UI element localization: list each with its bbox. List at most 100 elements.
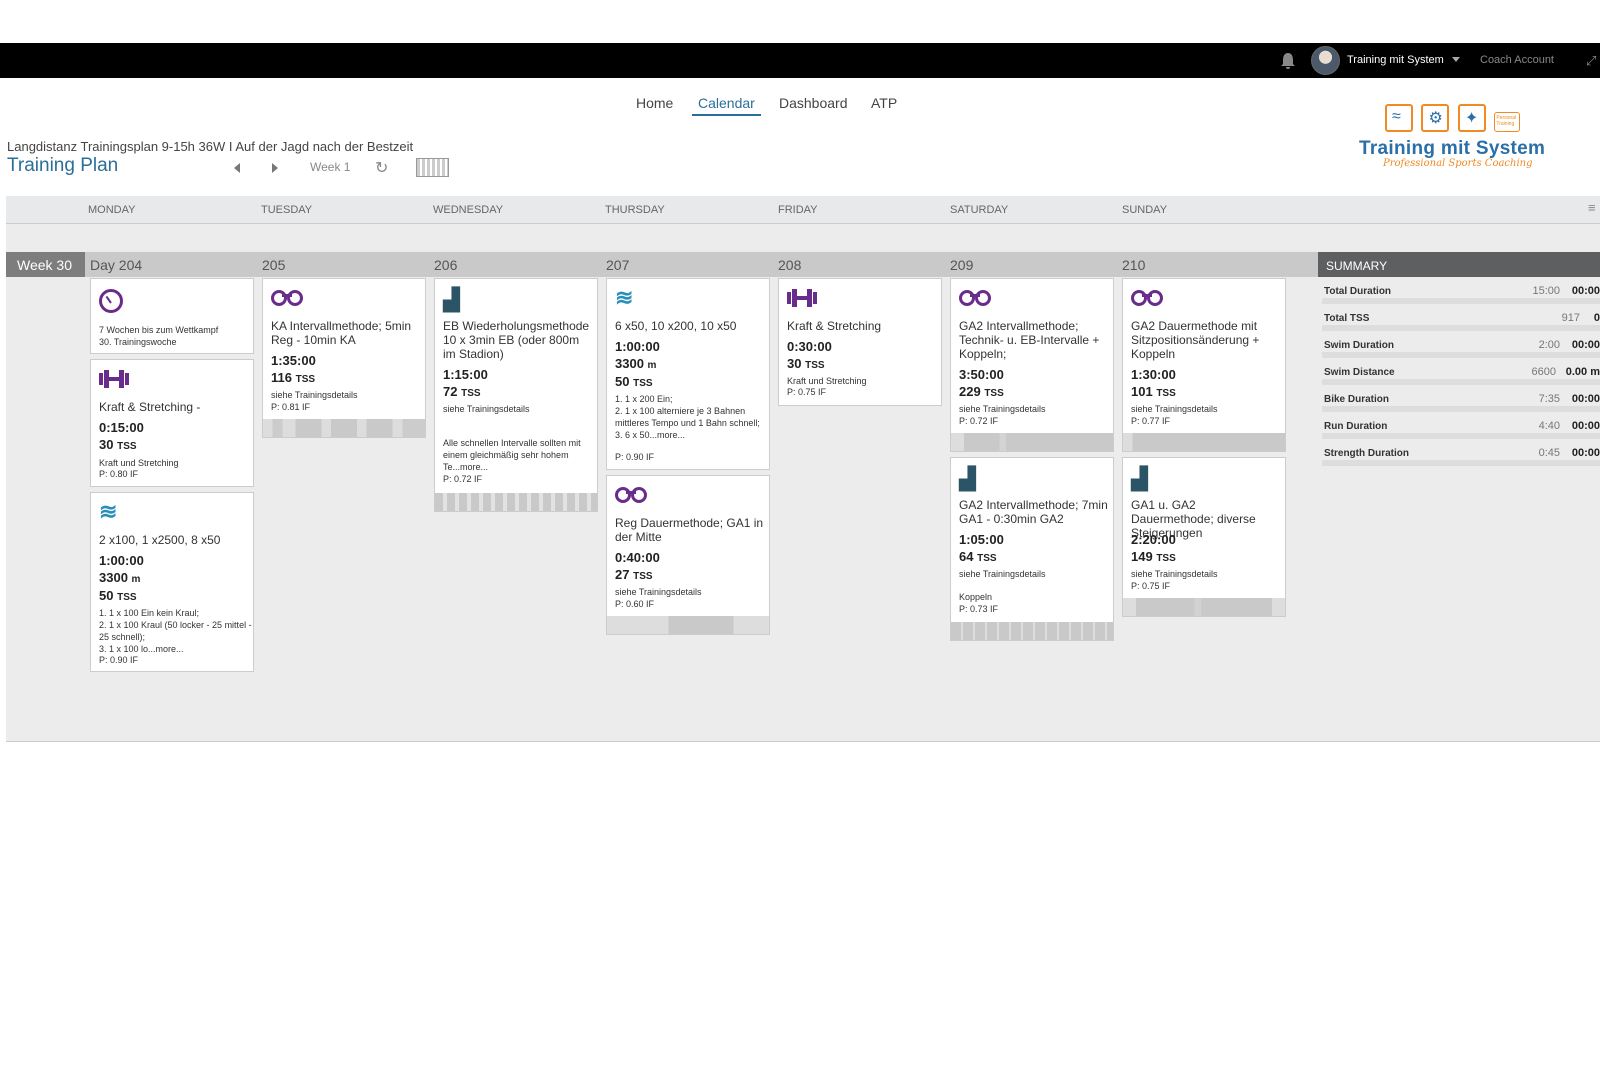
day-wednesday: WEDNESDAY — [433, 204, 504, 216]
avatar[interactable] — [1311, 46, 1340, 75]
summary-row: Total Duration 15:00 00:00 — [1322, 277, 1600, 304]
run-shoe-icon: ▟ — [959, 466, 976, 491]
personal-training-badge: Personal Training — [1494, 112, 1521, 132]
workout-distance: 3300 m — [615, 356, 657, 371]
workout-description: siehe Trainingsdetails — [271, 390, 358, 400]
workout-card[interactable]: Reg Dauermethode; GA1 in der Mitte 0:40:… — [606, 475, 770, 635]
day-saturday: SATURDAY — [950, 204, 1009, 216]
workout-card[interactable]: KA Intervallmethode; 5min Reg - 10min KA… — [262, 278, 426, 438]
brand-logo: ≈ ⚙ ✦ Personal Training Training mit Sys… — [1355, 100, 1555, 172]
workout-card[interactable]: ▟ GA1 u. GA2 Dauermethode; diverse Steig… — [1122, 457, 1286, 617]
calendar-grid: Week 30 Day 204 205 206 207 208 209 210 … — [6, 224, 1600, 742]
workout-title: 2 x100, 1 x2500, 8 x50 — [99, 533, 221, 547]
intensity-profile — [607, 616, 769, 634]
run-shoe-icon: ▟ — [1131, 466, 1148, 491]
calendar-icon[interactable] — [416, 158, 449, 177]
workout-title: Reg Dauermethode; GA1 in der Mitte — [615, 516, 764, 544]
summary-value: 7:35 — [1538, 393, 1560, 405]
workout-duration: 1:30:00 — [1131, 367, 1176, 382]
workout-card[interactable]: GA2 Intervallmethode; Technik- u. EB-Int… — [950, 278, 1114, 452]
summary-label: Bike Duration — [1324, 394, 1390, 405]
workout-card[interactable]: ≋ 2 x100, 1 x2500, 8 x50 1:00:00 3300 m … — [90, 492, 254, 672]
summary-title: SUMMARY — [1318, 252, 1600, 277]
summary-bold-value: 00:00 — [1571, 447, 1600, 459]
refresh-icon[interactable]: ↻ — [375, 158, 388, 178]
nav-calendar[interactable]: Calendar — [692, 95, 761, 116]
workout-if: P: 0.80 IF — [99, 469, 139, 479]
workout-card[interactable]: ▟ GA2 Intervallmethode; 7min GA1 - 0:30m… — [950, 457, 1114, 641]
summary-label: Total Duration — [1324, 286, 1392, 297]
workout-description: Alle schnellen Intervalle sollten mit ei… — [443, 438, 581, 472]
workout-description: siehe Trainingsdetails — [959, 404, 1046, 414]
summary-bold-value: 0 — [1593, 312, 1600, 324]
summary-value: 6600 — [1531, 366, 1556, 378]
stopwatch-icon — [99, 289, 123, 313]
summary-row: Bike Duration 7:35 00:00 — [1322, 385, 1600, 412]
day-monday: MONDAY — [88, 204, 136, 216]
intensity-profile — [263, 419, 425, 437]
workout-tss: 27 TSS — [615, 567, 653, 582]
plan-subtitle: Langdistanz Trainingsplan 9-15h 36W I Au… — [7, 139, 414, 154]
nav-home[interactable]: Home — [636, 95, 673, 111]
workout-card[interactable]: ▟ EB Wiederholungsmethode 10 x 3min EB (… — [434, 278, 598, 512]
day-number: 205 — [262, 257, 286, 273]
workout-duration: 3:50:00 — [959, 367, 1004, 382]
bike-icon — [959, 289, 991, 306]
workout-if: P: 0.75 IF — [1131, 581, 1171, 591]
workout-duration: 1:00:00 — [99, 553, 144, 568]
workout-tss: 116 TSS — [271, 370, 316, 385]
workout-if: P: 0.77 IF — [1131, 416, 1171, 426]
day-number: 206 — [434, 257, 458, 273]
summary-panel: SUMMARY Total Duration 15:00 00:00 Total T… — [1318, 252, 1600, 482]
day-number: 207 — [606, 257, 630, 273]
day-thursday: THURSDAY — [605, 204, 665, 216]
bell-icon[interactable] — [1280, 52, 1296, 70]
nav-atp[interactable]: ATP — [871, 95, 897, 111]
chevron-down-icon[interactable] — [1452, 57, 1460, 62]
prev-week-icon[interactable] — [234, 163, 240, 173]
workout-description: siehe Trainingsdetails — [443, 404, 530, 414]
swim-icon: ≋ — [615, 285, 634, 310]
intensity-profile — [951, 433, 1113, 451]
swim-logo-icon: ≈ — [1385, 104, 1413, 132]
workout-title: 6 x50, 10 x200, 10 x50 — [615, 319, 737, 333]
intensity-profile — [435, 493, 597, 511]
workout-tss: 101 TSS — [1131, 384, 1176, 399]
workout-card[interactable]: Kraft & Stretching 0:30:00 30 TSS Kraft … — [778, 278, 942, 406]
workout-card[interactable]: ≋ 6 x50, 10 x200, 10 x50 1:00:00 3300 m … — [606, 278, 770, 470]
user-name[interactable]: Training mit System — [1347, 54, 1444, 66]
summary-value: 0:45 — [1538, 447, 1560, 459]
expand-icon[interactable]: ⤢ — [1586, 53, 1596, 69]
next-week-icon[interactable] — [272, 163, 278, 173]
workout-duration: 0:30:00 — [787, 339, 832, 354]
coach-account-link[interactable]: Coach Account — [1480, 54, 1554, 66]
note-line: 7 Wochen bis zum Wettkampf — [99, 325, 219, 335]
menu-icon[interactable]: ≡ — [1588, 200, 1596, 215]
note-card[interactable]: 7 Wochen bis zum Wettkampf 30. Trainings… — [90, 278, 254, 354]
workout-card[interactable]: GA2 Dauermethode mit Sitzpositionsänderu… — [1122, 278, 1286, 452]
workout-tss: 229 TSS — [959, 384, 1004, 399]
workout-if: P: 0.75 IF — [787, 387, 827, 397]
summary-label: Swim Duration — [1324, 340, 1395, 351]
brand-name: Training mit System — [1359, 138, 1546, 159]
workout-tss: 72 TSS — [443, 384, 481, 399]
workout-duration: 1:35:00 — [271, 353, 316, 368]
bike-icon — [1131, 289, 1163, 306]
workout-title: GA2 Intervallmethode; Technik- u. EB-Int… — [959, 319, 1100, 361]
day-number: 208 — [778, 257, 802, 273]
top-bar: Training mit System Coach Account ⤢ — [0, 43, 1600, 78]
workout-duration: 0:15:00 — [99, 420, 144, 435]
workout-tss: 30 TSS — [99, 437, 137, 452]
nav-dashboard[interactable]: Dashboard — [779, 95, 848, 111]
bike-logo-icon: ⚙ — [1421, 104, 1450, 132]
workout-description: siehe Trainingsdetails — [1131, 404, 1218, 414]
day-sunday: SUNDAY — [1122, 204, 1168, 216]
summary-bold-value: 00:00 — [1571, 339, 1600, 351]
workout-duration: 1:15:00 — [443, 367, 488, 382]
workout-title: Kraft & Stretching - — [99, 400, 201, 414]
summary-label: Swim Distance — [1324, 367, 1395, 378]
day-number: 209 — [950, 257, 974, 273]
week-badge: Week 30 — [6, 252, 85, 277]
workout-card[interactable]: Kraft & Stretching - 0:15:00 30 TSS Kraf… — [90, 359, 254, 487]
summary-row: Run Duration 4:40 00:00 — [1322, 412, 1600, 439]
